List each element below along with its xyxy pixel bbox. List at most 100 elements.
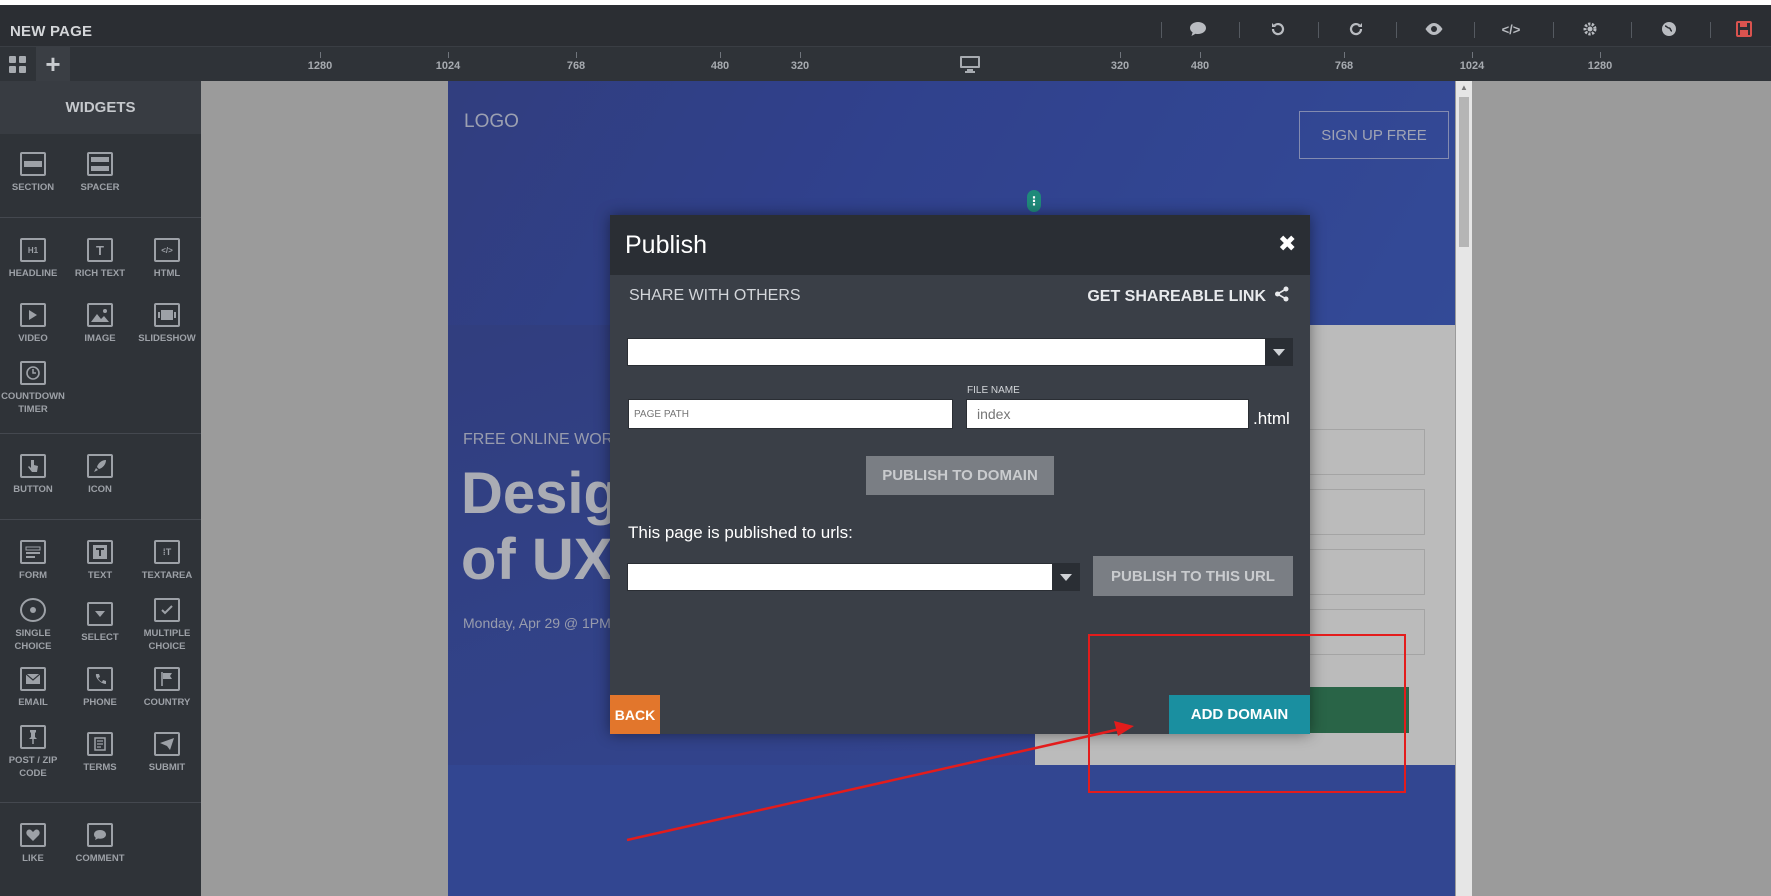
ruler-label[interactable]: 1280 [1588,60,1612,72]
widget-comment[interactable]: COMMENT [67,823,133,865]
widget-group-divider [0,519,201,520]
paper-plane-icon [154,732,180,756]
widget-headline[interactable]: H1 HEADLINE [0,238,66,280]
ruler-label[interactable]: 480 [1191,60,1209,72]
ruler-tick [1200,52,1201,58]
widget-label: TERMS [83,762,117,773]
widget-phone[interactable]: PHONE [67,667,133,709]
widget-form[interactable]: FORM [0,540,66,582]
ruler-label[interactable]: 1280 [308,60,332,72]
widget-textarea[interactable]: ⁞T TEXTAREA [134,540,200,582]
close-icon[interactable]: ✖ [1278,231,1298,256]
widget-countdown-timer[interactable]: COUNTDOWN TIMER [0,361,66,416]
toolbar-separator [1239,22,1240,38]
widget-email[interactable]: EMAIL [0,667,66,709]
flag-icon [154,667,180,691]
widget-terms[interactable]: TERMS [67,732,133,774]
ruler-label[interactable]: 1024 [436,60,460,72]
toolbar-separator [1396,22,1397,38]
widget-icon[interactable]: ICON [67,454,133,496]
widget-slideshow[interactable]: SLIDESHOW [134,303,200,345]
widget-group-divider [0,433,201,434]
grid-menu-icon[interactable] [8,55,28,75]
widget-select[interactable]: SELECT [67,602,133,644]
globe-icon[interactable] [1659,19,1679,39]
widget-image[interactable]: IMAGE [67,303,133,345]
comment-icon[interactable] [1188,19,1208,39]
save-icon[interactable] [1734,19,1754,39]
page-path-input[interactable] [628,399,953,429]
widget-label: SLIDESHOW [138,333,196,344]
pin-icon [20,725,46,749]
widget-video[interactable]: VIDEO [0,303,66,345]
widget-group-divider [0,802,201,803]
publish-to-this-url-button[interactable]: PUBLISH TO THIS URL [1093,556,1293,596]
redo-icon[interactable] [1346,19,1366,39]
undo-icon[interactable] [1268,19,1288,39]
published-urls-label: This page is published to urls: [628,523,853,542]
widget-label: IMAGE [84,333,116,344]
page-title: NEW PAGE [10,23,93,40]
scroll-up-arrow-icon[interactable]: ▲ [1459,83,1469,93]
select-dropdown-icon [87,602,113,626]
widget-label: HTML [153,268,181,279]
file-name-label: FILE NAME [967,385,1020,396]
ruler-label[interactable]: 768 [567,60,585,72]
image-icon [87,303,113,327]
add-icon[interactable]: + [36,47,70,81]
chevron-down-icon[interactable] [1052,564,1079,590]
widget-multiple-choice[interactable]: MULTIPLE CHOICE [134,598,200,653]
toolbar-separator [1318,22,1319,38]
file-name-input[interactable] [966,399,1249,429]
rich-text-icon: T [87,238,113,262]
widget-html[interactable]: </> HTML [134,238,200,280]
publish-to-domain-button[interactable]: PUBLISH TO DOMAIN [866,456,1054,495]
ruler-label[interactable]: 480 [711,60,729,72]
widgets-sidebar: WIDGETS SECTION SPACER H1 HEADLINE T RIC… [0,81,201,896]
ruler-label[interactable]: 1024 [1460,60,1484,72]
widget-group-divider [0,217,201,218]
widget-single-choice[interactable]: SINGLE CHOICE [0,598,66,653]
share-with-others-label: SHARE WITH OTHERS [629,287,801,304]
ruler-label[interactable]: 768 [1335,60,1353,72]
widget-label: EMAIL [18,697,48,708]
drag-handle-icon[interactable]: ⋮ [1027,190,1041,212]
annotation-highlight-box [1088,634,1406,793]
shareable-link-label: GET SHAREABLE LINK [1087,287,1266,305]
spacer-icon [87,152,113,176]
domain-select[interactable] [627,338,1293,366]
widget-label: SPACER [80,182,120,193]
widget-text[interactable]: TEXT [67,540,133,582]
preview-eye-icon[interactable] [1424,19,1444,39]
chevron-down-icon[interactable] [1265,339,1292,365]
code-icon[interactable]: </> [1501,19,1521,39]
widget-button[interactable]: BUTTON [0,454,66,496]
responsive-ruler: + 1280 1024 768 480 320 320 480 768 1024… [0,46,1771,81]
published-url-select[interactable] [627,563,1080,591]
ruler-tick [1344,52,1345,58]
widget-like[interactable]: LIKE [0,823,66,865]
desktop-monitor-icon[interactable] [959,55,981,73]
widget-label: HEADLINE [8,268,58,279]
get-shareable-link-button[interactable]: GET SHAREABLE LINK [1087,286,1290,307]
widget-country[interactable]: COUNTRY [134,667,200,709]
scroll-thumb[interactable] [1459,97,1469,247]
ruler-tick [320,52,321,58]
settings-gear-icon[interactable] [1580,19,1600,39]
canvas-scrollbar[interactable]: ▲ [1456,81,1472,896]
widget-section[interactable]: SECTION [0,152,66,194]
widget-label: ICON [88,484,112,495]
ruler-tick [448,52,449,58]
widget-post-zip-code[interactable]: POST / ZIP CODE [0,725,66,780]
widget-label: LIKE [22,853,44,864]
widget-submit[interactable]: SUBMIT [134,732,200,774]
widget-spacer[interactable]: SPACER [67,152,133,194]
widget-rich-text[interactable]: T RICH TEXT [67,238,133,280]
countdown-clock-icon [20,361,46,385]
widget-label: TEXTAREA [141,570,193,581]
back-button[interactable]: BACK [610,695,660,734]
toolbar-separator [1161,22,1162,38]
button-pointer-icon [20,454,46,478]
ruler-label[interactable]: 320 [1111,60,1129,72]
ruler-label[interactable]: 320 [791,60,809,72]
